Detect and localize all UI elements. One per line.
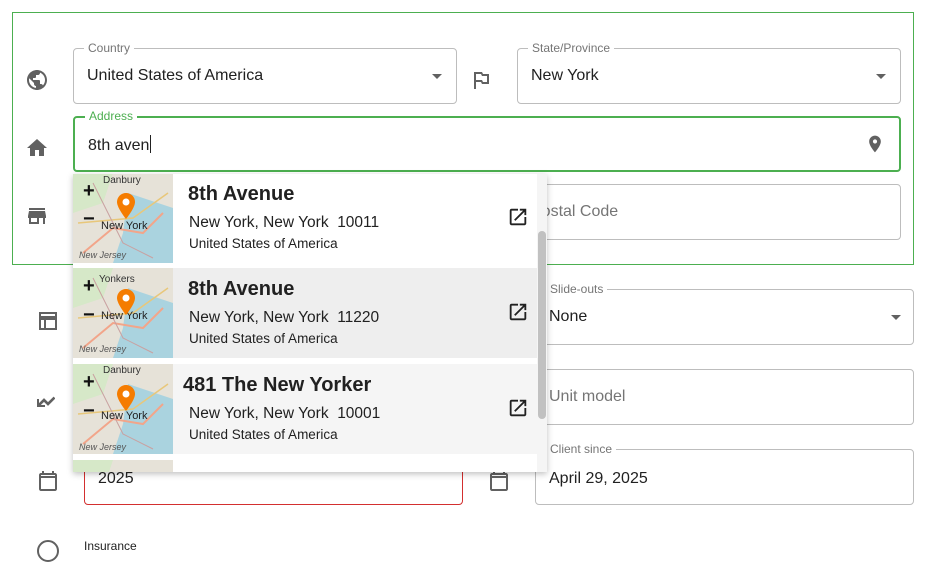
map-thumbnail: Danbury New York New Jersey + −: [73, 364, 173, 454]
suggestions-scrollbar[interactable]: [537, 174, 547, 472]
map-town-label: New York: [101, 410, 148, 422]
zoom-in-button[interactable]: +: [83, 276, 95, 296]
map-town-label: Yonkers: [99, 274, 135, 285]
address-input[interactable]: Address 8th aven: [73, 109, 901, 172]
zoom-in-button[interactable]: +: [83, 181, 95, 201]
suggestion-country-line: United States of America: [189, 331, 338, 346]
calendar-icon: [490, 471, 508, 491]
state-value: New York: [531, 67, 599, 84]
country-select[interactable]: Country United States of America: [73, 41, 457, 104]
trend-icon: [37, 396, 55, 407]
suggestion-country-line: United States of America: [189, 427, 338, 442]
chevron-down-icon: [432, 74, 442, 79]
suggestion-city-line: New York, New York 10011: [189, 214, 380, 231]
insurance-label: Insurance: [84, 539, 137, 553]
table-icon: [39, 312, 57, 330]
map-pin-icon: [117, 289, 135, 315]
map-thumbnail: Yonkers New York New Jersey + −: [73, 268, 173, 358]
postal-code-input[interactable]: Postal Code: [517, 184, 901, 240]
address-suggestions-list: Danbury New York New Jersey + − 8th Aven…: [73, 174, 547, 472]
client-since-input[interactable]: Client since April 29, 2025: [535, 442, 914, 505]
suggestion-title: 8th Avenue: [188, 183, 295, 205]
map-pin-icon: [117, 193, 135, 219]
external-link-icon[interactable]: [507, 397, 529, 419]
map-town-label: Danbury: [103, 365, 141, 376]
unit-model-placeholder: Unit model: [549, 388, 626, 405]
state-select[interactable]: State/Province New York: [517, 41, 901, 104]
chevron-down-icon: [876, 74, 886, 79]
suggestion-city-line: New York, New York 11220: [189, 309, 380, 326]
map-pin-icon: [117, 385, 135, 411]
suggestion-title: 8th Avenue: [188, 278, 295, 300]
suggestion-country-line: United States of America: [189, 236, 338, 251]
home-icon: [27, 139, 47, 156]
insurance-icon: [37, 540, 59, 562]
zoom-out-button[interactable]: −: [83, 209, 95, 229]
external-link-icon[interactable]: [507, 206, 529, 228]
map-town-label: New Jersey: [79, 344, 127, 354]
calendar-icon: [39, 471, 57, 491]
slide-outs-value: None: [549, 308, 588, 325]
chevron-down-icon: [891, 315, 901, 320]
map-town-label: Danbury: [103, 175, 141, 186]
flag-icon: [474, 72, 489, 89]
slide-outs-label: Slide-outs: [546, 282, 608, 296]
map-town-label: New Jersey: [79, 442, 127, 452]
map-thumbnail: [73, 460, 173, 472]
suggestion-item[interactable]: Danbury New York New Jersey + − 8th Aven…: [73, 174, 537, 263]
zoom-in-button[interactable]: +: [83, 372, 95, 392]
globe-icon: [27, 70, 47, 90]
slide-outs-select[interactable]: Slide-outs None: [535, 282, 914, 345]
state-label: State/Province: [528, 41, 615, 55]
zoom-out-button[interactable]: −: [83, 401, 95, 421]
suggestion-item[interactable]: Yonkers New York New Jersey + − 8th Aven…: [73, 268, 537, 358]
client-since-value: April 29, 2025: [549, 470, 648, 487]
address-value: 8th aven: [88, 135, 152, 154]
zoom-out-button[interactable]: −: [83, 305, 95, 325]
scrollbar-thumb[interactable]: [538, 231, 546, 419]
suggestion-item[interactable]: Danbury New York New Jersey + − 481 The …: [73, 364, 537, 454]
unit-model-input[interactable]: Unit model: [535, 369, 914, 425]
suggestion-item[interactable]: [73, 460, 537, 472]
external-link-icon[interactable]: [507, 301, 529, 323]
store-icon: [28, 208, 46, 224]
client-since-label: Client since: [546, 442, 617, 456]
map-town-label: New Jersey: [79, 250, 127, 260]
suggestion-title: 481 The New Yorker: [183, 374, 372, 396]
map-thumbnail: Danbury New York New Jersey + −: [73, 174, 173, 263]
address-label: Address: [85, 109, 138, 123]
year-value: 2025: [98, 470, 134, 487]
location-pin-icon[interactable]: [865, 134, 885, 154]
suggestion-city-line: New York, New York 10001: [189, 405, 381, 422]
country-value: United States of America: [87, 67, 264, 84]
map-town-label: New York: [101, 220, 148, 232]
country-label: Country: [84, 41, 135, 55]
